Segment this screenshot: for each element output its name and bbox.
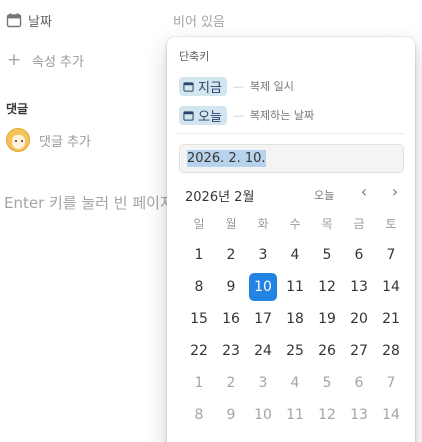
shortcut-chip-now[interactable]: 지금 [179, 76, 227, 96]
calendar-icon [183, 81, 194, 92]
calendar-day[interactable]: 2 [217, 369, 245, 397]
add-comment-row[interactable]: 댓글 추가 [6, 127, 91, 153]
date-picker-popup: 단축키 지금 — 복제 일시 오늘 — 복제하는 날짜 2026. 2. 10.… [167, 37, 415, 442]
calendar-day[interactable]: 5 [313, 369, 341, 397]
calendar-day[interactable]: 1 [185, 241, 213, 269]
shortcut-chip-today[interactable]: 오늘 [179, 105, 227, 125]
month-label: 2026년 2월 [185, 190, 255, 205]
calendar-day[interactable]: 28 [377, 337, 405, 365]
add-comment-input[interactable]: 댓글 추가 [39, 131, 91, 150]
weekday-label: 일 [193, 217, 205, 231]
calendar-day[interactable]: 12 [313, 401, 341, 429]
weekday-label: 목 [321, 217, 333, 231]
shortcut-description: 복제하는 날짜 [249, 109, 315, 122]
weekday-label: 월 [225, 217, 237, 231]
calendar-day[interactable]: 11 [281, 273, 309, 301]
date-property-row[interactable]: 날짜 [6, 10, 52, 30]
dash-separator: — [232, 108, 244, 122]
shortcut-today[interactable]: 오늘 — 복제하는 날짜 [179, 105, 314, 125]
calendar-day[interactable]: 9 [217, 401, 245, 429]
calendar-day[interactable]: 19 [313, 305, 341, 333]
shortcuts-title: 단축키 [179, 50, 210, 63]
calendar-day[interactable]: 13 [345, 273, 373, 301]
calendar-day[interactable]: 22 [185, 337, 213, 365]
dash-separator: — [232, 79, 244, 93]
weekday-label: 금 [353, 217, 365, 231]
calendar-day[interactable]: 2 [217, 241, 245, 269]
calendar-day[interactable]: 14 [377, 401, 405, 429]
shortcut-chip-label: 오늘 [198, 109, 222, 125]
calendar-day[interactable]: 25 [281, 337, 309, 365]
calendar-day[interactable]: 15 [185, 305, 213, 333]
calendar-icon [6, 13, 22, 28]
chevron-right-icon[interactable]: › [388, 184, 402, 200]
shortcut-now[interactable]: 지금 — 복제 일시 [179, 76, 294, 96]
calendar-day[interactable]: 10 [249, 401, 277, 429]
calendar-day[interactable]: 9 [217, 273, 245, 301]
chevron-left-icon[interactable]: ‹ [357, 184, 371, 200]
calendar-day[interactable]: 27 [345, 337, 373, 365]
add-property-button[interactable]: + 속성 추가 [6, 50, 84, 70]
calendar-day[interactable]: 11 [281, 401, 309, 429]
plus-icon: + [6, 50, 22, 70]
date-property-label: 날짜 [28, 14, 52, 30]
calendar-day[interactable]: 4 [281, 241, 309, 269]
calendar-day[interactable]: 3 [249, 369, 277, 397]
calendar-day[interactable]: 6 [345, 369, 373, 397]
calendar-day[interactable]: 21 [377, 305, 405, 333]
calendar-day[interactable]: 20 [345, 305, 373, 333]
shortcut-chip-label: 지금 [198, 80, 222, 96]
calendar-day[interactable]: 17 [249, 305, 277, 333]
calendar-day[interactable]: 13 [345, 401, 373, 429]
date-property-value[interactable]: 비어 있음 [173, 11, 225, 30]
date-input-value[interactable]: 2026. 2. 10. [187, 150, 266, 167]
shortcut-description: 복제 일시 [249, 80, 294, 93]
weekday-label: 화 [257, 217, 269, 231]
avatar [6, 128, 30, 152]
calendar-day[interactable]: 8 [185, 273, 213, 301]
calendar-day[interactable]: 14 [377, 273, 405, 301]
calendar-day[interactable]: 23 [217, 337, 245, 365]
calendar-day[interactable]: 6 [345, 241, 373, 269]
add-property-label: 속성 추가 [32, 54, 84, 70]
calendar-day[interactable]: 16 [217, 305, 245, 333]
calendar-day-selected[interactable]: 10 [249, 273, 277, 301]
calendar-day[interactable]: 5 [313, 241, 341, 269]
today-button[interactable]: 오늘 [314, 187, 334, 203]
calendar-day[interactable]: 8 [185, 401, 213, 429]
comments-title: 댓글 [6, 102, 29, 116]
calendar-day[interactable]: 24 [249, 337, 277, 365]
weekday-label: 수 [289, 217, 301, 231]
calendar-icon [183, 110, 194, 121]
divider [177, 133, 405, 134]
calendar-day[interactable]: 4 [281, 369, 309, 397]
calendar-day[interactable]: 7 [377, 241, 405, 269]
calendar-day[interactable]: 18 [281, 305, 309, 333]
calendar-day[interactable]: 26 [313, 337, 341, 365]
calendar-day[interactable]: 12 [313, 273, 341, 301]
calendar-day[interactable]: 1 [185, 369, 213, 397]
page-body-placeholder[interactable]: Enter 키를 눌러 빈 페이지 [4, 192, 174, 213]
weekday-label: 토 [385, 217, 397, 231]
calendar-day[interactable]: 3 [249, 241, 277, 269]
calendar-day[interactable]: 7 [377, 369, 405, 397]
date-input[interactable]: 2026. 2. 10. [179, 144, 404, 173]
